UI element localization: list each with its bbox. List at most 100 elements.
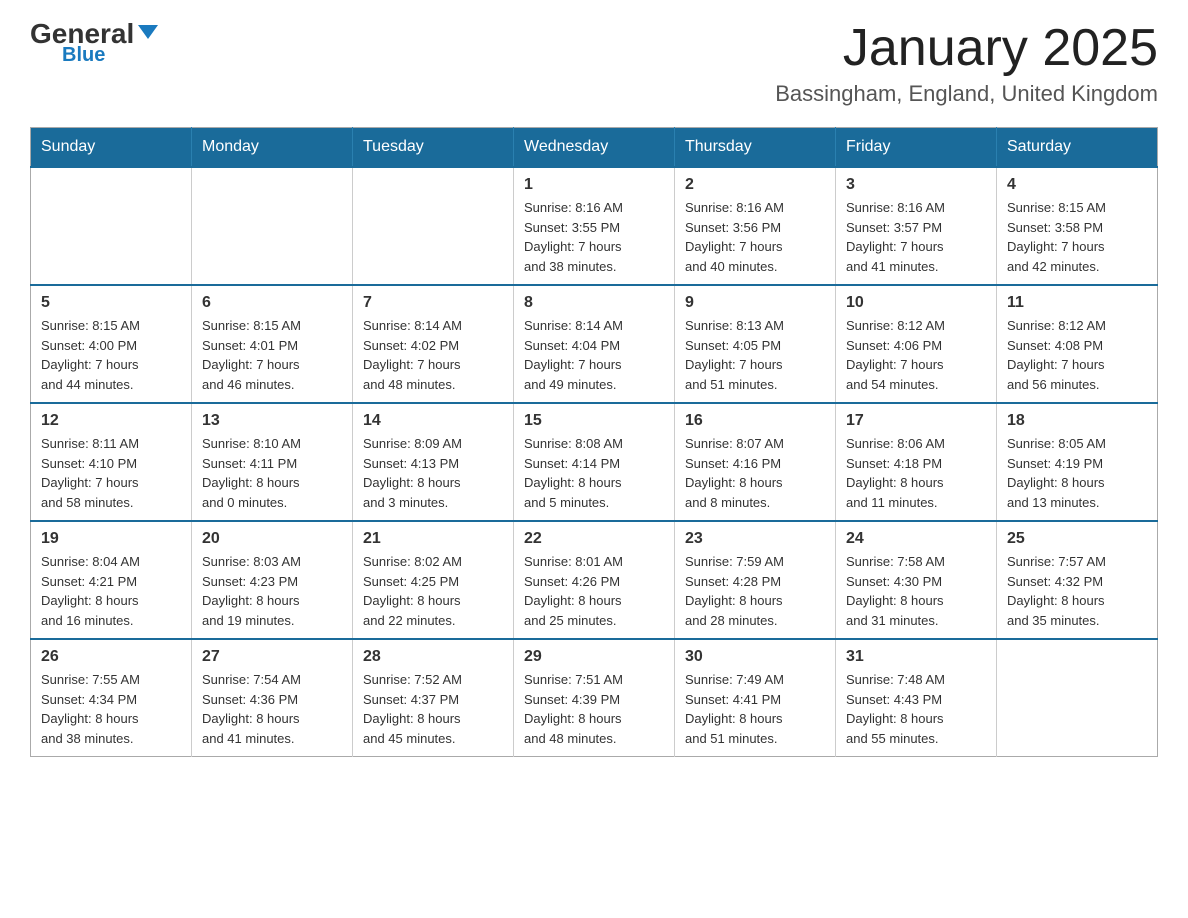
calendar-table: SundayMondayTuesdayWednesdayThursdayFrid… bbox=[30, 127, 1158, 757]
day-info: Sunrise: 8:11 AM Sunset: 4:10 PM Dayligh… bbox=[41, 434, 181, 512]
day-info: Sunrise: 7:55 AM Sunset: 4:34 PM Dayligh… bbox=[41, 670, 181, 748]
day-info: Sunrise: 8:06 AM Sunset: 4:18 PM Dayligh… bbox=[846, 434, 986, 512]
day-info: Sunrise: 8:16 AM Sunset: 3:57 PM Dayligh… bbox=[846, 198, 986, 276]
day-info: Sunrise: 7:58 AM Sunset: 4:30 PM Dayligh… bbox=[846, 552, 986, 630]
day-info: Sunrise: 7:48 AM Sunset: 4:43 PM Dayligh… bbox=[846, 670, 986, 748]
day-info: Sunrise: 7:49 AM Sunset: 4:41 PM Dayligh… bbox=[685, 670, 825, 748]
calendar-cell: 6Sunrise: 8:15 AM Sunset: 4:01 PM Daylig… bbox=[192, 285, 353, 403]
day-number: 5 bbox=[41, 294, 181, 312]
month-title: January 2025 bbox=[775, 20, 1158, 77]
day-number: 17 bbox=[846, 412, 986, 430]
weekday-header-saturday: Saturday bbox=[997, 128, 1158, 168]
day-number: 18 bbox=[1007, 412, 1147, 430]
day-info: Sunrise: 8:01 AM Sunset: 4:26 PM Dayligh… bbox=[524, 552, 664, 630]
day-info: Sunrise: 8:03 AM Sunset: 4:23 PM Dayligh… bbox=[202, 552, 342, 630]
calendar-cell bbox=[31, 167, 192, 285]
calendar-cell: 28 Sunrise: 7:52 AM Sunset: 4:37 PM Dayli… bbox=[353, 639, 514, 757]
day-info: Sunrise: 8:12 AM Sunset: 4:08 PM Dayligh… bbox=[1007, 316, 1147, 394]
day-info: Sunrise: 8:13 AM Sunset: 4:05 PM Dayligh… bbox=[685, 316, 825, 394]
day-info: Sunrise: 7:57 AM Sunset: 4:32 PM Dayligh… bbox=[1007, 552, 1147, 630]
calendar-cell: 30 Sunrise: 7:49 AM Sunset: 4:41 PM Dayli… bbox=[675, 639, 836, 757]
weekday-header-tuesday: Tuesday bbox=[353, 128, 514, 168]
calendar-cell: 11Sunrise: 8:12 AM Sunset: 4:08 PM Dayli… bbox=[997, 285, 1158, 403]
weekday-header-row: SundayMondayTuesdayWednesdayThursdayFrid… bbox=[31, 128, 1158, 168]
calendar-cell: 31 Sunrise: 7:48 AM Sunset: 4:43 PM Dayli… bbox=[836, 639, 997, 757]
calendar-cell: 23 Sunrise: 7:59 AM Sunset: 4:28 PM Dayli… bbox=[675, 521, 836, 639]
weekday-header-sunday: Sunday bbox=[31, 128, 192, 168]
day-info: Sunrise: 8:16 AM Sunset: 3:56 PM Dayligh… bbox=[685, 198, 825, 276]
calendar-cell: 26 Sunrise: 7:55 AM Sunset: 4:34 PM Dayli… bbox=[31, 639, 192, 757]
calendar-cell: 7 Sunrise: 8:14 AM Sunset: 4:02 PM Daylig… bbox=[353, 285, 514, 403]
calendar-cell bbox=[353, 167, 514, 285]
day-number: 16 bbox=[685, 412, 825, 430]
weekday-header-friday: Friday bbox=[836, 128, 997, 168]
day-info: Sunrise: 8:07 AM Sunset: 4:16 PM Dayligh… bbox=[685, 434, 825, 512]
calendar-body: 1 Sunrise: 8:16 AM Sunset: 3:55 PM Daylig… bbox=[31, 167, 1158, 757]
day-info: Sunrise: 7:59 AM Sunset: 4:28 PM Dayligh… bbox=[685, 552, 825, 630]
day-number: 1 bbox=[524, 176, 664, 194]
day-info: Sunrise: 8:08 AM Sunset: 4:14 PM Dayligh… bbox=[524, 434, 664, 512]
calendar-cell bbox=[192, 167, 353, 285]
day-number: 28 bbox=[363, 648, 503, 666]
calendar-cell: 15 Sunrise: 8:08 AM Sunset: 4:14 PM Dayli… bbox=[514, 403, 675, 521]
day-number: 2 bbox=[685, 176, 825, 194]
weekday-header-wednesday: Wednesday bbox=[514, 128, 675, 168]
calendar-cell: 8Sunrise: 8:14 AM Sunset: 4:04 PM Daylig… bbox=[514, 285, 675, 403]
day-info: Sunrise: 7:54 AM Sunset: 4:36 PM Dayligh… bbox=[202, 670, 342, 748]
day-info: Sunrise: 8:14 AM Sunset: 4:02 PM Dayligh… bbox=[363, 316, 503, 394]
calendar-cell: 22Sunrise: 8:01 AM Sunset: 4:26 PM Dayli… bbox=[514, 521, 675, 639]
day-info: Sunrise: 8:15 AM Sunset: 3:58 PM Dayligh… bbox=[1007, 198, 1147, 276]
calendar-cell bbox=[997, 639, 1158, 757]
day-number: 29 bbox=[524, 648, 664, 666]
weekday-header-thursday: Thursday bbox=[675, 128, 836, 168]
day-number: 30 bbox=[685, 648, 825, 666]
location-text: Bassingham, England, United Kingdom bbox=[775, 81, 1158, 107]
calendar-week-row: 19 Sunrise: 8:04 AM Sunset: 4:21 PM Dayli… bbox=[31, 521, 1158, 639]
day-number: 15 bbox=[524, 412, 664, 430]
calendar-week-row: 26 Sunrise: 7:55 AM Sunset: 4:34 PM Dayli… bbox=[31, 639, 1158, 757]
day-info: Sunrise: 8:02 AM Sunset: 4:25 PM Dayligh… bbox=[363, 552, 503, 630]
day-info: Sunrise: 8:12 AM Sunset: 4:06 PM Dayligh… bbox=[846, 316, 986, 394]
day-number: 14 bbox=[363, 412, 503, 430]
day-info: Sunrise: 7:52 AM Sunset: 4:37 PM Dayligh… bbox=[363, 670, 503, 748]
day-number: 23 bbox=[685, 530, 825, 548]
day-info: Sunrise: 8:05 AM Sunset: 4:19 PM Dayligh… bbox=[1007, 434, 1147, 512]
day-number: 21 bbox=[363, 530, 503, 548]
day-number: 7 bbox=[363, 294, 503, 312]
day-number: 19 bbox=[41, 530, 181, 548]
day-info: Sunrise: 7:51 AM Sunset: 4:39 PM Dayligh… bbox=[524, 670, 664, 748]
day-info: Sunrise: 8:15 AM Sunset: 4:01 PM Dayligh… bbox=[202, 316, 342, 394]
logo-blue-text: Blue bbox=[62, 44, 105, 67]
day-info: Sunrise: 8:10 AM Sunset: 4:11 PM Dayligh… bbox=[202, 434, 342, 512]
day-number: 26 bbox=[41, 648, 181, 666]
calendar-cell: 25Sunrise: 7:57 AM Sunset: 4:32 PM Dayli… bbox=[997, 521, 1158, 639]
day-info: Sunrise: 8:16 AM Sunset: 3:55 PM Dayligh… bbox=[524, 198, 664, 276]
calendar-cell: 3Sunrise: 8:16 AM Sunset: 3:57 PM Daylig… bbox=[836, 167, 997, 285]
day-number: 31 bbox=[846, 648, 986, 666]
calendar-cell: 12 Sunrise: 8:11 AM Sunset: 4:10 PM Dayli… bbox=[31, 403, 192, 521]
calendar-cell: 29 Sunrise: 7:51 AM Sunset: 4:39 PM Dayli… bbox=[514, 639, 675, 757]
day-number: 9 bbox=[685, 294, 825, 312]
calendar-cell: 14Sunrise: 8:09 AM Sunset: 4:13 PM Dayli… bbox=[353, 403, 514, 521]
calendar-cell: 1 Sunrise: 8:16 AM Sunset: 3:55 PM Daylig… bbox=[514, 167, 675, 285]
day-number: 12 bbox=[41, 412, 181, 430]
day-number: 4 bbox=[1007, 176, 1147, 194]
day-number: 10 bbox=[846, 294, 986, 312]
calendar-cell: 20 Sunrise: 8:03 AM Sunset: 4:23 PM Dayli… bbox=[192, 521, 353, 639]
day-number: 20 bbox=[202, 530, 342, 548]
calendar-cell: 21 Sunrise: 8:02 AM Sunset: 4:25 PM Dayli… bbox=[353, 521, 514, 639]
calendar-cell: 5 Sunrise: 8:15 AM Sunset: 4:00 PM Daylig… bbox=[31, 285, 192, 403]
day-number: 13 bbox=[202, 412, 342, 430]
logo-triangle-icon bbox=[138, 25, 158, 39]
calendar-cell: 16 Sunrise: 8:07 AM Sunset: 4:16 PM Dayli… bbox=[675, 403, 836, 521]
day-number: 24 bbox=[846, 530, 986, 548]
day-info: Sunrise: 8:15 AM Sunset: 4:00 PM Dayligh… bbox=[41, 316, 181, 394]
weekday-header-monday: Monday bbox=[192, 128, 353, 168]
calendar-cell: 17 Sunrise: 8:06 AM Sunset: 4:18 PM Dayli… bbox=[836, 403, 997, 521]
calendar-cell: 2 Sunrise: 8:16 AM Sunset: 3:56 PM Daylig… bbox=[675, 167, 836, 285]
logo: General Blue bbox=[30, 20, 158, 67]
calendar-cell: 13 Sunrise: 8:10 AM Sunset: 4:11 PM Dayli… bbox=[192, 403, 353, 521]
day-info: Sunrise: 8:04 AM Sunset: 4:21 PM Dayligh… bbox=[41, 552, 181, 630]
calendar-cell: 19 Sunrise: 8:04 AM Sunset: 4:21 PM Dayli… bbox=[31, 521, 192, 639]
day-number: 27 bbox=[202, 648, 342, 666]
